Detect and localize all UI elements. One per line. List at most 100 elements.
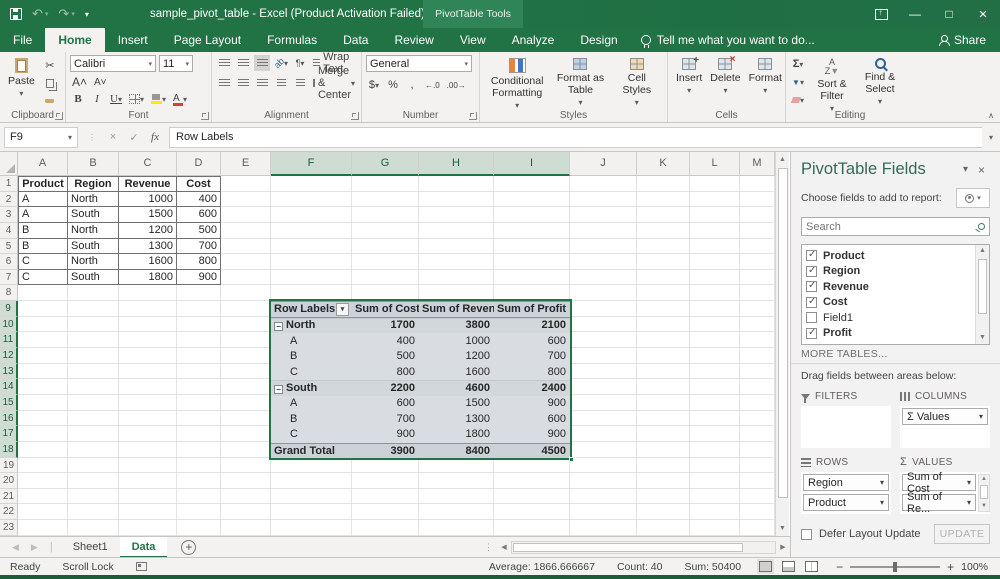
merge-center-button[interactable]: Merge & Center [311, 75, 357, 91]
column-header-A[interactable]: A [18, 152, 68, 176]
cell-D19[interactable] [177, 458, 221, 474]
cell-L13[interactable] [690, 364, 740, 380]
cell-E15[interactable] [221, 395, 271, 411]
cell-D2[interactable]: 400 [177, 192, 221, 208]
cell-I21[interactable] [494, 489, 570, 505]
row-header-18[interactable]: 18 [0, 442, 18, 458]
pivot-value-cell[interactable]: 4500 [494, 444, 570, 459]
page-break-view-button[interactable] [805, 561, 818, 572]
cell-J13[interactable] [570, 364, 637, 380]
cell-I4[interactable] [494, 223, 570, 239]
cell-L7[interactable] [690, 270, 740, 286]
cell-A19[interactable] [18, 458, 68, 474]
cell-D4[interactable]: 500 [177, 223, 221, 239]
cell-E20[interactable] [221, 473, 271, 489]
pivot-value-cell[interactable]: 800 [352, 365, 419, 380]
formula-bar-expand-icon[interactable]: ▾ [982, 133, 1000, 142]
cell-J20[interactable] [570, 473, 637, 489]
cell-G8[interactable] [352, 285, 419, 301]
align-top-button[interactable] [216, 55, 232, 71]
cell-K15[interactable] [637, 395, 690, 411]
cell-B6[interactable]: North [68, 254, 119, 270]
zoom-out-button[interactable]: − [836, 560, 843, 574]
cell-L17[interactable] [690, 426, 740, 442]
cell-F1[interactable] [271, 176, 352, 192]
row-header-2[interactable]: 2 [0, 192, 18, 208]
cell-B10[interactable] [68, 317, 119, 333]
cell-M18[interactable] [740, 442, 775, 458]
format-painter-button[interactable] [42, 93, 58, 109]
cell-C8[interactable] [119, 285, 177, 301]
pivot-value-cell[interactable]: 700 [494, 349, 570, 364]
autosum-button[interactable]: Σ [790, 56, 806, 72]
cell-C13[interactable] [119, 364, 177, 380]
values-scroll-down-icon[interactable]: ▼ [979, 502, 989, 511]
cell-D12[interactable] [177, 348, 221, 364]
row-header-19[interactable]: 19 [0, 458, 18, 474]
rows-well[interactable]: Region▾Product▾ [801, 472, 891, 514]
cell-C22[interactable] [119, 504, 177, 520]
cell-D7[interactable]: 900 [177, 270, 221, 286]
cell-J17[interactable] [570, 426, 637, 442]
cell-E19[interactable] [221, 458, 271, 474]
pivot-value-cell[interactable]: 700 [352, 412, 419, 427]
column-header-E[interactable]: E [221, 152, 271, 176]
cell-J11[interactable] [570, 332, 637, 348]
cell-I1[interactable] [494, 176, 570, 192]
cell-H5[interactable] [419, 239, 494, 255]
row-header-11[interactable]: 11 [0, 332, 18, 348]
orientation-button[interactable]: ab [273, 55, 289, 71]
cell-E5[interactable] [221, 239, 271, 255]
increase-decimal-button[interactable]: ←.0 [423, 77, 442, 93]
cell-L2[interactable] [690, 192, 740, 208]
row-header-20[interactable]: 20 [0, 473, 18, 489]
cell-D1[interactable]: Cost [177, 176, 221, 192]
column-header-I[interactable]: I [494, 152, 570, 176]
align-left-button[interactable] [216, 75, 232, 91]
cell-L10[interactable] [690, 317, 740, 333]
cell-J19[interactable] [570, 458, 637, 474]
field-item-revenue[interactable]: Revenue [806, 279, 971, 295]
cell-C23[interactable] [119, 520, 177, 536]
cell-C16[interactable] [119, 411, 177, 427]
pivot-value-cell[interactable]: 900 [494, 427, 570, 442]
cell-G2[interactable] [352, 192, 419, 208]
field-checkbox-field1[interactable] [806, 312, 817, 323]
cell-A14[interactable] [18, 379, 68, 395]
cell-F6[interactable] [271, 254, 352, 270]
zoom-slider[interactable] [850, 566, 940, 568]
cell-J14[interactable] [570, 379, 637, 395]
field-item-profit[interactable]: Profit [806, 326, 971, 342]
copy-button[interactable] [42, 75, 58, 91]
collapse-icon[interactable]: − [274, 322, 283, 331]
row-header-7[interactable]: 7 [0, 270, 18, 286]
cell-B23[interactable] [68, 520, 119, 536]
tab-analyze[interactable]: Analyze [499, 28, 568, 52]
format-cells-button[interactable]: Format [745, 55, 786, 98]
cell-B21[interactable] [68, 489, 119, 505]
cell-E1[interactable] [221, 176, 271, 192]
cell-I22[interactable] [494, 504, 570, 520]
zoom-slider-thumb[interactable] [893, 562, 897, 572]
find-select-button[interactable]: Find & Select [858, 55, 902, 116]
cell-B8[interactable] [68, 285, 119, 301]
cell-K1[interactable] [637, 176, 690, 192]
cell-I5[interactable] [494, 239, 570, 255]
pivot-row-label[interactable]: −North [271, 318, 352, 333]
pivot-value-cell[interactable]: 600 [494, 412, 570, 427]
cell-A22[interactable] [18, 504, 68, 520]
horizontal-scrollbar-thumb[interactable] [513, 543, 743, 552]
row-header-3[interactable]: 3 [0, 207, 18, 223]
pivot-value-cell[interactable]: 1200 [419, 349, 494, 364]
cell-B3[interactable]: South [68, 207, 119, 223]
cell-F19[interactable] [271, 458, 352, 474]
cell-E2[interactable] [221, 192, 271, 208]
cell-B22[interactable] [68, 504, 119, 520]
row-header-13[interactable]: 13 [0, 364, 18, 380]
cell-J21[interactable] [570, 489, 637, 505]
grow-font-button[interactable]: A˄ [70, 74, 89, 90]
align-right-button[interactable] [254, 75, 270, 91]
values-scrollbar-thumb[interactable] [980, 485, 988, 499]
undo-button[interactable]: ↶▾ [32, 6, 48, 22]
cell-M22[interactable] [740, 504, 775, 520]
